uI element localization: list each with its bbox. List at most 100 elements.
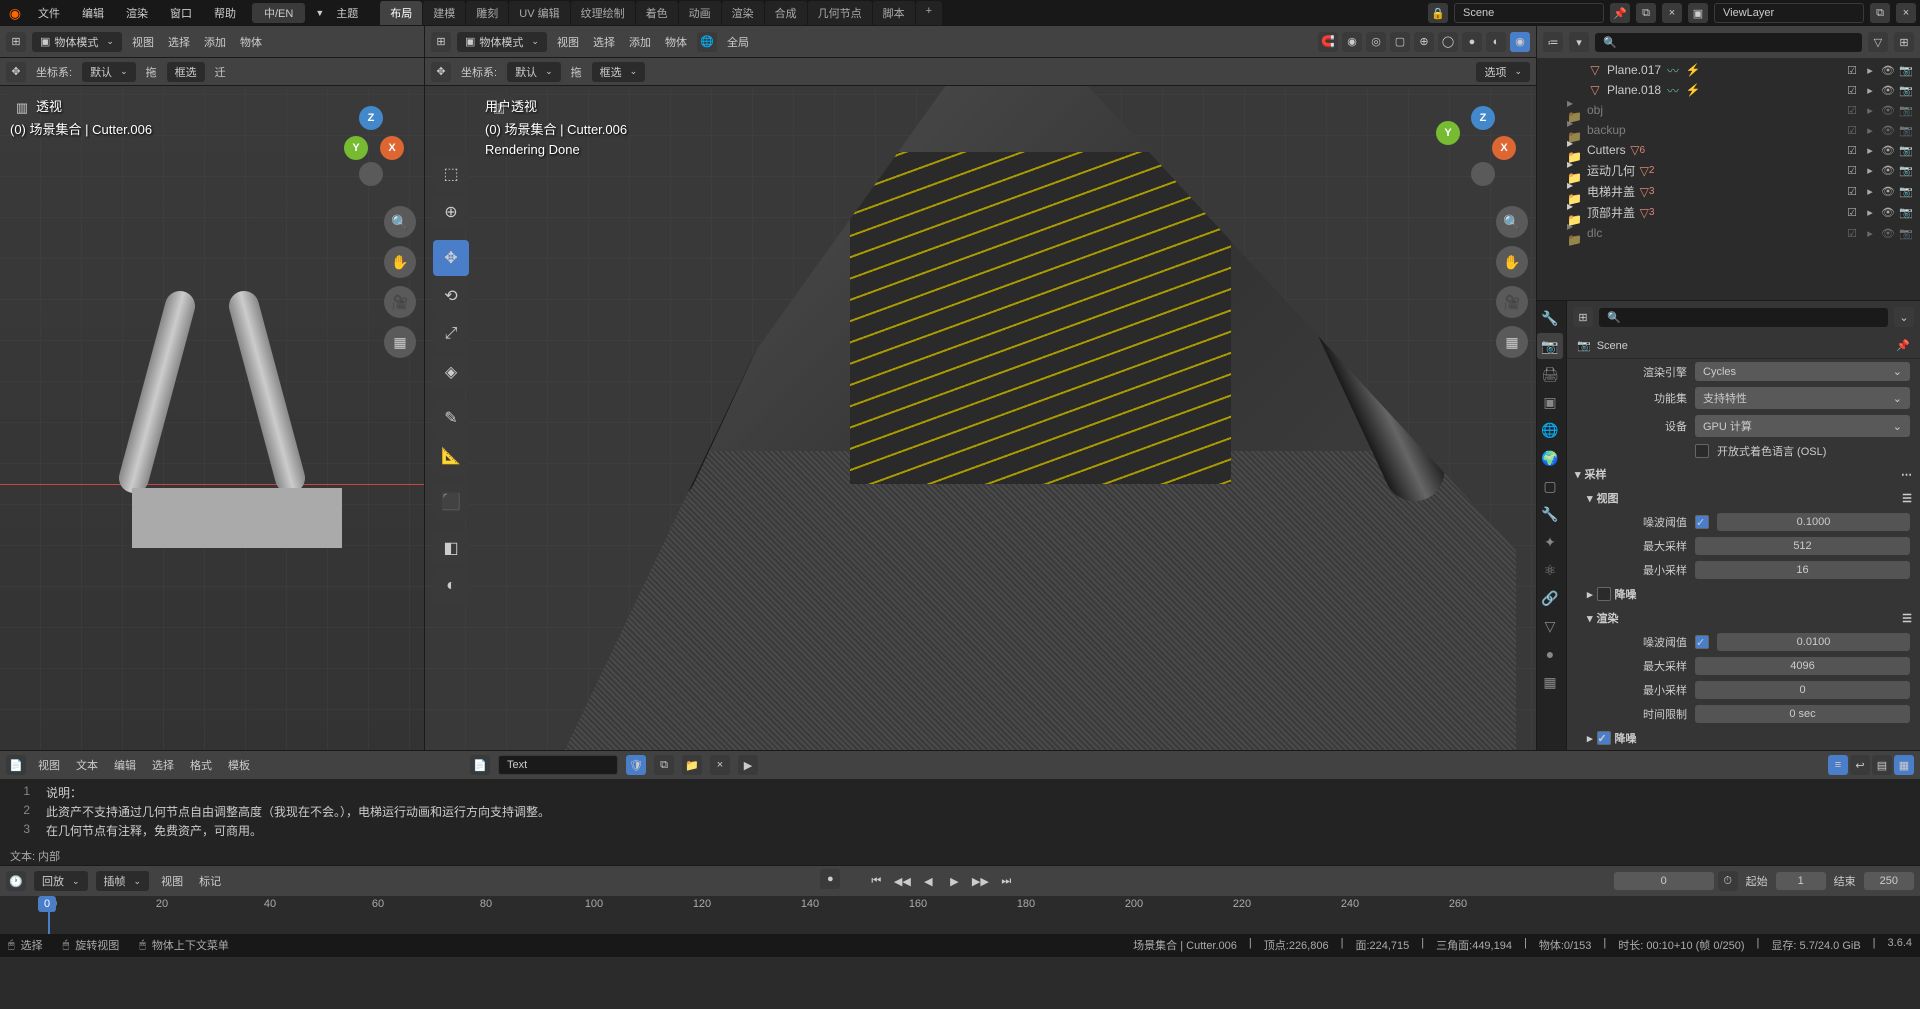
render-icon[interactable]: 📷 [1898,102,1914,118]
tab-scene[interactable]: 🌐 [1537,417,1563,443]
tab-tool[interactable]: 🔧 [1537,305,1563,331]
text-format[interactable]: 格式 [186,757,216,773]
filter-icon[interactable]: ▽ [1868,32,1888,52]
text-line[interactable]: 1说明： [10,783,1910,802]
selectable-icon[interactable]: ▸ [1862,205,1878,221]
viewlayer-delete-icon[interactable]: × [1896,3,1916,23]
dropdown-icon[interactable]: ▼ [315,8,324,18]
tab-geo[interactable]: 几何节点 [808,1,872,25]
tool-extra1[interactable]: ◧ [433,530,469,566]
vp-add[interactable]: 添加 [200,34,230,50]
menu-window[interactable]: 窗口 [160,1,202,25]
xray-icon[interactable]: ▢ [1390,32,1410,52]
shading-rendered-icon[interactable]: ◉ [1510,32,1530,52]
zoom-icon2[interactable]: 🔍 [1496,206,1528,238]
tab-constraints[interactable]: 🔗 [1537,585,1563,611]
new-collection-icon[interactable]: ⊞ [1894,32,1914,52]
playhead[interactable]: 0 [48,896,50,934]
props-search[interactable]: 🔍 [1599,308,1888,327]
shading-solid-icon[interactable]: ● [1462,32,1482,52]
shield-icon[interactable]: 🛡 [626,755,646,775]
visibility-icon[interactable]: 👁 [1880,205,1896,221]
text-editor-icon[interactable]: 📄 [6,755,26,775]
list-icon[interactable]: ☰ [1902,492,1912,505]
coords-select2[interactable]: 默认⌄ [507,62,561,82]
selectable-icon[interactable]: ▸ [1862,62,1878,78]
min-view-input[interactable]: 16 [1695,561,1910,579]
exclude-checkbox[interactable]: ☑ [1844,82,1860,98]
gizmo-y2[interactable]: Y [1436,121,1460,145]
menu-file[interactable]: 文件 [28,1,70,25]
render-icon[interactable]: 📷 [1898,163,1914,179]
tool-scale[interactable]: ⤢ [433,316,469,352]
coords-icon2[interactable]: ✥ [431,62,451,82]
section-denoise-render[interactable]: ▸✓降噪 [1567,726,1920,750]
tab-object[interactable]: ▢ [1537,473,1563,499]
outliner-item[interactable]: ▸ 📁dlc☑▸👁📷 [1537,223,1920,243]
gizmo-y[interactable]: Y [344,136,368,160]
timeline-view[interactable]: 视图 [157,873,187,889]
gizmo-x[interactable]: X [380,136,404,160]
props-type-icon[interactable]: ⊞ [1573,307,1593,327]
scene-pin-icon[interactable]: 📌 [1610,3,1630,23]
global-label[interactable]: 全局 [723,34,753,50]
outliner-item[interactable]: ▸ 📁运动几何▽2☑▸👁📷 [1537,160,1920,181]
section-viewport[interactable]: ▾视图☰ [1567,486,1920,510]
tab-add[interactable]: + [916,1,942,25]
tab-comp[interactable]: 合成 [765,1,807,25]
render-icon[interactable]: 📷 [1898,205,1914,221]
osl-checkbox[interactable] [1695,444,1709,458]
keyframe-next-icon[interactable]: ▶▶ [968,869,992,893]
denoise-view-checkbox[interactable] [1597,587,1611,601]
render-icon[interactable]: 📷 [1898,184,1914,200]
syntax-icon[interactable]: ▤ [1872,755,1892,775]
viewlayer-input[interactable]: ViewLayer [1714,3,1864,23]
visibility-icon[interactable]: 👁 [1880,184,1896,200]
noise-render-input[interactable]: 0.0100 [1717,633,1910,651]
vp-view2[interactable]: 视图 [553,34,583,50]
outliner-item[interactable]: ▸ 📁Cutters▽6☑▸👁📷 [1537,140,1920,160]
vp-object[interactable]: 物体 [236,34,266,50]
mode-select[interactable]: ▣物体模式⌄ [32,32,122,52]
navigation-gizmo[interactable]: Z Y X [324,106,404,186]
exclude-checkbox[interactable]: ☑ [1844,163,1860,179]
exclude-checkbox[interactable]: ☑ [1844,62,1860,78]
tab-viewlayer[interactable]: ▣ [1537,389,1563,415]
tab-output[interactable]: 🖨 [1537,361,1563,387]
tab-material[interactable]: ● [1537,641,1563,667]
escalator-wireframe[interactable] [122,288,302,548]
text-line[interactable]: 2 此资产不支持通过几何节点自由调整高度（我现在不会。），电梯运行动画和运行方向… [10,802,1910,821]
selectable-icon[interactable]: ▸ [1862,122,1878,138]
visibility-icon[interactable]: 👁 [1880,163,1896,179]
text-edit[interactable]: 编辑 [110,757,140,773]
text-template[interactable]: 模板 [224,757,254,773]
exclude-checkbox[interactable]: ☑ [1844,184,1860,200]
noise-render-checkbox[interactable]: ✓ [1695,635,1709,649]
play-icon[interactable]: ▶ [942,869,966,893]
folder-icon[interactable]: 📁 [682,755,702,775]
coords-select[interactable]: 默认⌄ [82,62,136,82]
run-script-icon[interactable]: ▶ [738,755,758,775]
vp-view[interactable]: 视图 [128,34,158,50]
tool-cursor[interactable]: ⊕ [433,194,469,230]
vp-select[interactable]: 选择 [164,34,194,50]
tool-move[interactable]: ✥ [433,240,469,276]
tool-annotate[interactable]: ✎ [433,400,469,436]
line-numbers-icon[interactable]: ≡ [1828,755,1848,775]
selectable-icon[interactable]: ▸ [1862,163,1878,179]
clock-icon[interactable]: ⏱ [1718,871,1738,891]
timeline-ruler[interactable]: 020406080100120140160180200220240260 0 [0,896,1920,934]
playback-dropdown[interactable]: 回放⌄ [34,871,88,891]
toolbar-toggle-icon[interactable]: ▥ [8,94,36,122]
pan-icon2[interactable]: ✋ [1496,246,1528,278]
scene-icon[interactable]: 🔒 [1428,3,1448,23]
selectable-icon[interactable]: ▸ [1862,225,1878,241]
tab-render[interactable]: 📷 [1537,333,1563,359]
selectable-icon[interactable]: ▸ [1862,102,1878,118]
proportional-icon[interactable]: ◉ [1342,32,1362,52]
text-select[interactable]: 选择 [148,757,178,773]
tool-transform[interactable]: ◈ [433,354,469,390]
tool-extra2[interactable]: ◐ [433,568,469,604]
tab-uv[interactable]: UV 编辑 [509,1,569,25]
exclude-checkbox[interactable]: ☑ [1844,205,1860,221]
